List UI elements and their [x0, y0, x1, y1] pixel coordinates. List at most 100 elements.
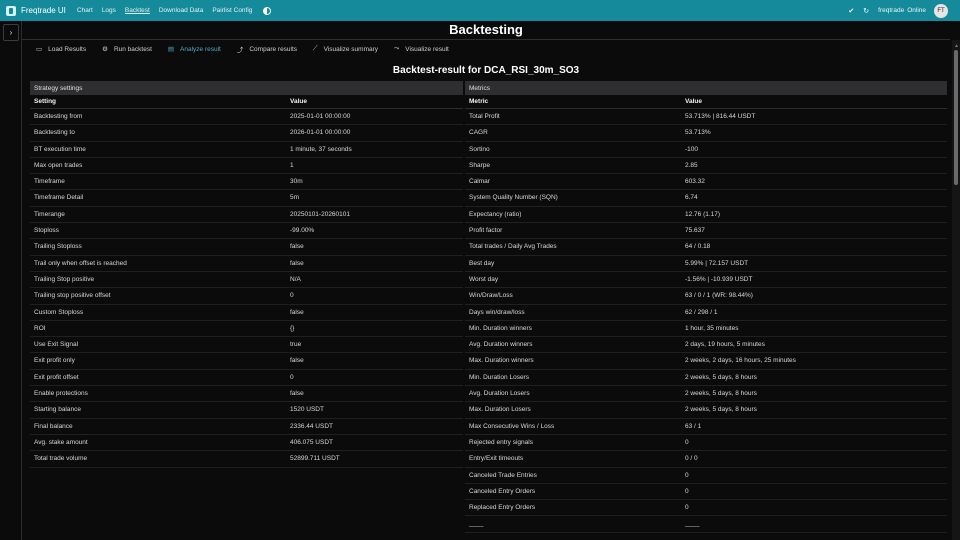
row-label: Stoploss	[34, 227, 59, 235]
theme-toggle-icon[interactable]	[263, 6, 272, 15]
nav-logs[interactable]: Logs	[102, 7, 116, 14]
table-row: Trailing Stop positive N/A	[30, 272, 463, 289]
refresh-icon[interactable]: ↻	[863, 7, 869, 15]
row-label: Avg. Duration winners	[469, 341, 533, 349]
table-row: Exit profit offset 0	[30, 370, 463, 387]
table-row: Min. Duration winners 1 hour, 35 minutes	[465, 321, 947, 338]
bot-status: Online	[907, 7, 926, 14]
row-label: Total trades / Daily Avg Trades	[469, 243, 557, 251]
row-value: {}	[290, 324, 295, 332]
nav-backtest[interactable]: Backtest	[125, 7, 150, 14]
table-row: Days win/draw/loss 62 / 298 / 1	[465, 305, 947, 321]
tab-label: Load Results	[48, 45, 87, 53]
area-chart-icon: ⤳	[394, 45, 400, 52]
table-row: Sortino -100	[465, 142, 947, 158]
row-value: 2 weeks, 5 days, 8 hours	[685, 373, 757, 381]
row-label: Trailing Stoploss	[34, 243, 82, 251]
table-row: Calmar 603.32	[465, 174, 947, 191]
row-label: Win/Draw/Loss	[469, 292, 513, 300]
table-row: Use Exit Signal true	[30, 337, 463, 354]
row-label: Entry/Exit timeouts	[469, 455, 524, 463]
nav-download-data[interactable]: Download Data	[159, 7, 203, 14]
table-row: Canceled Entry Orders 0	[465, 484, 947, 501]
row-label: Exit profit offset	[34, 373, 79, 381]
table-row: ROI {}	[30, 321, 463, 338]
row-value: 0	[685, 487, 689, 495]
row-label: Custom Stoploss	[34, 308, 84, 316]
trend-icon: ⤴	[236, 47, 244, 54]
row-value: false	[290, 357, 304, 365]
table-row: System Quality Number (SQN) 6.74	[465, 190, 947, 207]
table-row: Sharpe 2.85	[465, 158, 947, 175]
tab-load-results[interactable]: ▭ Load Results	[36, 44, 86, 54]
check-icon[interactable]: ✔	[848, 7, 854, 15]
metrics-table-body: Total Profit 53.713% | 816.44 USDT CAGR 53.…	[465, 109, 947, 533]
row-value: 1520 USDT	[290, 406, 324, 414]
table-row: Entry/Exit timeouts 0 / 0	[465, 451, 947, 468]
row-value: 12.76 (1.17)	[685, 210, 721, 218]
table-row: Timeframe Detail 5m	[30, 190, 463, 207]
tab-compare-results[interactable]: ⤴ Compare results	[236, 44, 297, 55]
scrollbar-thumb[interactable]	[954, 50, 958, 185]
table-row: Max. Duration Losers 2 weeks, 5 days, 8 h…	[465, 402, 947, 419]
row-value: 64 / 0.18	[685, 243, 711, 251]
row-value: 0 / 0	[685, 455, 698, 463]
nav-chart[interactable]: Chart	[77, 7, 93, 14]
row-value: 2.85	[685, 161, 698, 169]
row-label: ROI	[34, 324, 46, 332]
row-label: Backtesting to	[34, 129, 75, 137]
column-header-setting: Setting	[34, 98, 57, 105]
row-value: 52899.711 USDT	[290, 455, 340, 463]
sidebar-toggle-button[interactable]: ›	[3, 24, 19, 41]
table-row: Final balance 2336.44 USDT	[30, 419, 463, 435]
row-label: Timerange	[34, 210, 65, 218]
row-label: System Quality Number (SQN)	[469, 194, 558, 202]
row-label: Best day	[469, 259, 495, 267]
table-row: Total Profit 53.713% | 816.44 USDT	[465, 109, 947, 126]
row-value: true	[290, 341, 302, 349]
column-header-value: Value	[685, 98, 702, 105]
divider	[22, 39, 950, 40]
row-value: 20250101-20260101	[290, 210, 351, 218]
tab-label: Analyze result	[180, 45, 221, 53]
table-row: Backtesting to 2026-01-01 00:00:00	[30, 125, 463, 142]
bot-name[interactable]: freqtrade	[878, 7, 904, 14]
row-label: Trail only when offset is reached	[34, 259, 127, 267]
table-row: CAGR 53.713%	[465, 125, 947, 142]
table-row: Best day 5.99% | 72.157 USDT	[465, 256, 947, 272]
row-label: Min. Duration Losers	[469, 373, 529, 381]
table-row: Worst day -1.56% | -10.939 USDT	[465, 272, 947, 289]
avatar[interactable]: FT	[934, 3, 948, 18]
row-label: Expectancy (ratio)	[469, 210, 522, 218]
row-value: 75.637	[685, 227, 705, 235]
row-value: 1 minute, 37 seconds	[290, 145, 352, 153]
row-value: -99.00%	[290, 227, 315, 235]
tab-run-backtest[interactable]: ⚙ Run backtest	[102, 44, 152, 54]
row-value: 2 days, 19 hours, 5 minutes	[685, 341, 765, 349]
row-label: Trailing Stop positive	[34, 275, 95, 283]
tab-visualize-summary[interactable]: ⟋ Visualize summary	[313, 44, 378, 54]
row-label: Profit factor	[469, 227, 503, 235]
freqtrade-logo-icon[interactable]	[6, 5, 16, 16]
table-row: Stoploss -99.00%	[30, 223, 463, 240]
row-value: false	[290, 243, 304, 251]
scroll-up-icon[interactable]: ▲	[954, 43, 959, 49]
tab-analyze-result[interactable]: ▤ Analyze result	[168, 44, 221, 54]
chart-icon: ▤	[167, 46, 175, 53]
nav-pairlist-config[interactable]: Pairlist Config	[212, 7, 252, 14]
row-value: 1	[290, 161, 294, 169]
row-label: Min. Duration winners	[469, 324, 532, 332]
row-value: -1.56% | -10.939 USDT	[685, 275, 753, 283]
row-value: 2 weeks, 5 days, 8 hours	[685, 406, 757, 414]
table-row: Backtesting from 2025-01-01 00:00:00	[30, 109, 463, 126]
row-value: 63 / 0 / 1 (WR: 98.44%)	[685, 292, 753, 300]
strategy-table-body: Backtesting from 2025-01-01 00:00:00 Backt…	[30, 109, 463, 468]
tab-visualize-result[interactable]: ⤳ Visualize result	[394, 44, 449, 54]
table-row: Max. Duration winners 2 weeks, 2 days, 16…	[465, 353, 947, 370]
table-row: Win/Draw/Loss 63 / 0 / 1 (WR: 98.44%)	[465, 288, 947, 305]
row-label: Avg. stake amount	[34, 438, 88, 446]
table-row: Avg. Duration Losers 2 weeks, 5 days, 8 h…	[465, 386, 947, 403]
brand-name[interactable]: Freqtrade UI	[21, 6, 66, 15]
table-row: Avg. Duration winners 2 days, 19 hours, 5…	[465, 337, 947, 354]
row-value: 30m	[290, 178, 303, 186]
